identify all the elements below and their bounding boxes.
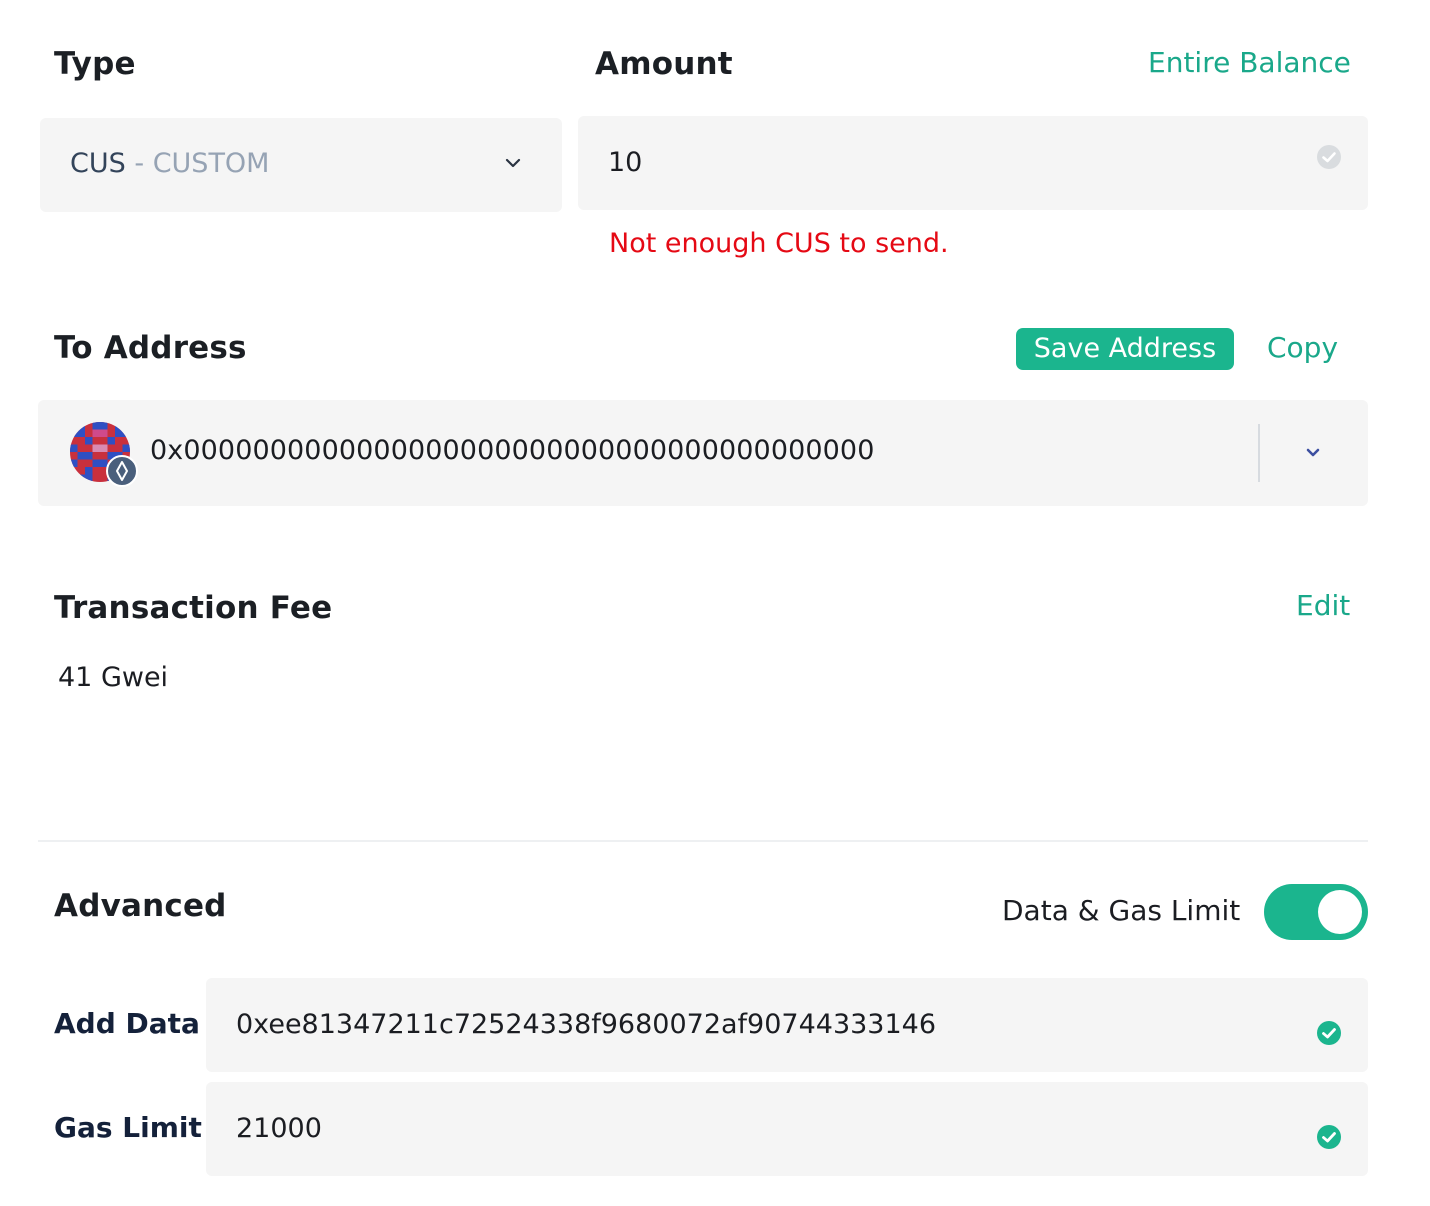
add-data-field[interactable] xyxy=(206,978,1368,1072)
check-circle-icon xyxy=(1317,1125,1341,1149)
type-label: Type xyxy=(54,46,136,82)
address-value[interactable]: 0x00000000000000000000000000000000000000… xyxy=(150,435,875,466)
check-circle-icon xyxy=(1317,145,1341,169)
asset-type-value: CUS - CUSTOM xyxy=(70,148,269,179)
transaction-fee-label: Transaction Fee xyxy=(54,590,333,626)
edit-fee-link[interactable]: Edit xyxy=(1296,589,1350,622)
amount-input[interactable] xyxy=(608,142,1288,182)
amount-field[interactable] xyxy=(578,116,1368,210)
gas-limit-label: Gas Limit xyxy=(54,1111,202,1144)
copy-address-link[interactable]: Copy xyxy=(1267,331,1338,364)
add-data-input[interactable] xyxy=(236,1004,1286,1044)
asset-separator: - xyxy=(125,148,153,179)
data-gas-toggle[interactable] xyxy=(1264,884,1368,940)
check-circle-icon xyxy=(1317,1021,1341,1045)
toggle-knob xyxy=(1318,890,1362,934)
asset-type-select[interactable]: CUS - CUSTOM xyxy=(40,118,562,212)
entire-balance-link[interactable]: Entire Balance xyxy=(1148,46,1351,79)
section-divider xyxy=(38,840,1368,842)
to-address-label: To Address xyxy=(54,330,247,366)
asset-symbol: CUS xyxy=(70,148,126,179)
advanced-label: Advanced xyxy=(54,888,227,924)
amount-error-message: Not enough CUS to send. xyxy=(609,228,949,259)
address-divider xyxy=(1258,424,1260,482)
gas-limit-input[interactable] xyxy=(236,1108,1286,1148)
chevron-down-icon xyxy=(505,158,521,168)
ethereum-icon xyxy=(106,455,138,487)
fee-value: 41 Gwei xyxy=(58,662,169,693)
save-address-button[interactable]: Save Address xyxy=(1016,328,1234,370)
amount-label: Amount xyxy=(595,46,733,82)
data-gas-toggle-label: Data & Gas Limit xyxy=(1002,894,1241,927)
chevron-down-icon[interactable] xyxy=(1304,444,1322,462)
address-field[interactable]: 0x00000000000000000000000000000000000000… xyxy=(38,400,1368,506)
gas-limit-field[interactable] xyxy=(206,1082,1368,1176)
asset-name: CUSTOM xyxy=(152,148,270,179)
add-data-label: Add Data xyxy=(54,1007,200,1040)
